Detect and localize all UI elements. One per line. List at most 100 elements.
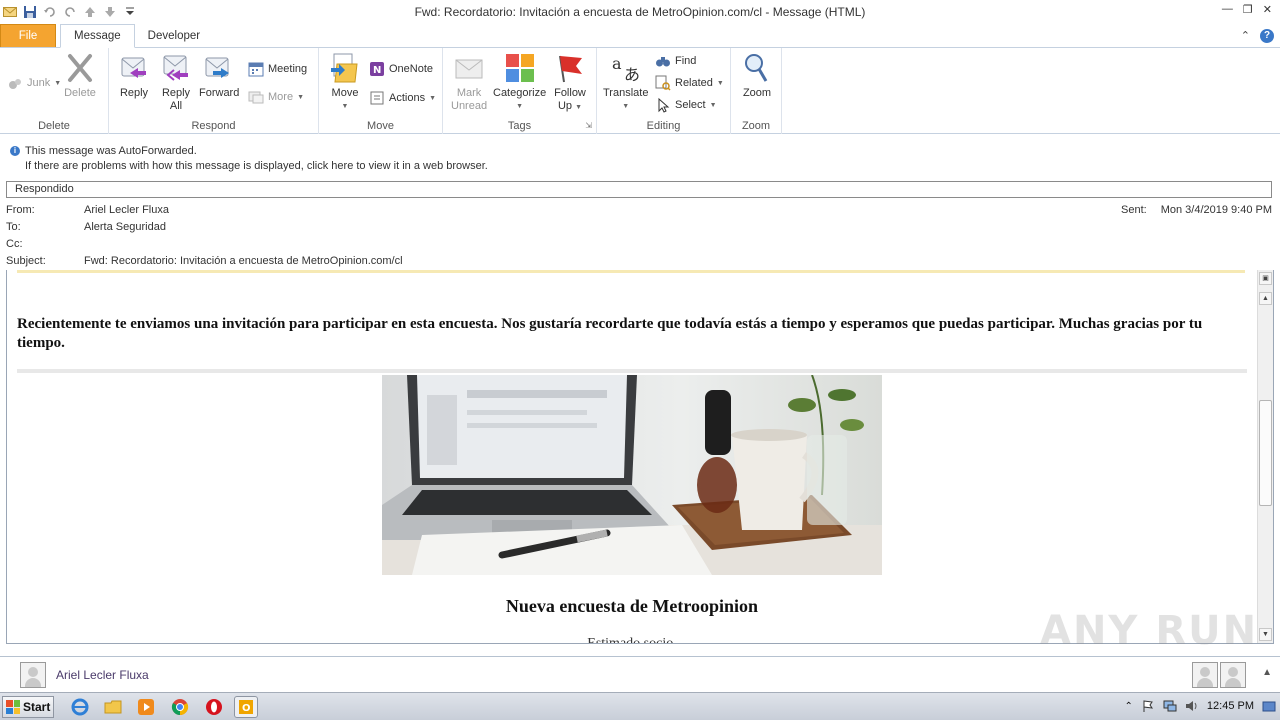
show-hidden-icons-icon[interactable]: ⌃ bbox=[1125, 701, 1133, 712]
show-desktop-icon[interactable] bbox=[1262, 699, 1276, 713]
actions-button[interactable]: Actions ▼ bbox=[369, 89, 436, 107]
body-paragraph: Recientemente te enviamos una invitación… bbox=[17, 316, 1203, 351]
previous-item-icon[interactable] bbox=[83, 5, 97, 19]
delete-icon bbox=[64, 52, 96, 84]
chevron-down-icon: ▼ bbox=[716, 79, 724, 87]
restore-icon[interactable]: ❐ bbox=[1243, 3, 1253, 16]
onenote-icon: N bbox=[369, 61, 385, 77]
vertical-scrollbar[interactable]: ▣ ▲ ▼ bbox=[1257, 270, 1273, 643]
binoculars-icon bbox=[655, 53, 671, 69]
window-controls: — ❐ ✕ bbox=[1222, 3, 1272, 16]
tab-message[interactable]: Message bbox=[60, 24, 135, 48]
action-center-flag-icon[interactable] bbox=[1141, 699, 1155, 713]
close-icon[interactable]: ✕ bbox=[1263, 3, 1272, 16]
group-zoom: Zoom Zoom bbox=[731, 48, 782, 134]
ribbon-controls: ⌃ ? bbox=[1241, 29, 1274, 43]
chevron-down-icon: ▼ bbox=[341, 103, 349, 110]
zoom-button[interactable]: Zoom bbox=[741, 52, 773, 100]
subject-label: Subject: bbox=[6, 255, 46, 267]
sent-value: Mon 3/4/2019 9:40 PM bbox=[1160, 204, 1272, 216]
chrome-icon[interactable] bbox=[171, 698, 189, 716]
volume-icon[interactable] bbox=[1185, 699, 1199, 713]
system-tray: ⌃ 12:45 PM bbox=[1125, 699, 1276, 713]
zoom-toggle-icon[interactable]: ▣ bbox=[1259, 272, 1272, 285]
start-button[interactable]: Start bbox=[2, 696, 54, 718]
minimize-ribbon-icon[interactable]: ⌃ bbox=[1241, 29, 1250, 43]
media-player-icon[interactable] bbox=[137, 698, 155, 716]
meeting-button[interactable]: Meeting bbox=[248, 60, 307, 78]
people-pane-name[interactable]: Ariel Lecler Fluxa bbox=[56, 668, 149, 682]
categorize-icon bbox=[504, 52, 536, 84]
svg-text:N: N bbox=[373, 65, 381, 76]
categorize-button[interactable]: Categorize ▼ bbox=[493, 52, 546, 113]
junk-button[interactable]: Junk ▼ bbox=[7, 74, 61, 92]
find-button[interactable]: Find bbox=[655, 52, 696, 70]
to-value[interactable]: Alerta Seguridad bbox=[84, 221, 166, 233]
save-icon[interactable] bbox=[23, 5, 37, 19]
delete-button[interactable]: Delete bbox=[64, 52, 96, 100]
related-button[interactable]: Related ▼ bbox=[655, 74, 724, 92]
taskbar: Start O ⌃ 12:45 PM bbox=[0, 692, 1280, 720]
group-respond: Reply Reply All Forward Meeting More ▼ R… bbox=[109, 48, 319, 134]
group-label-move: Move bbox=[367, 120, 394, 132]
undo-icon[interactable] bbox=[43, 5, 57, 19]
clock[interactable]: 12:45 PM bbox=[1207, 700, 1254, 712]
group-label-delete: Delete bbox=[38, 120, 70, 132]
follow-up-button[interactable]: Follow Up ▼ bbox=[554, 52, 586, 114]
window-title: Fwd: Recordatorio: Invitación a encuesta… bbox=[414, 5, 866, 19]
from-value[interactable]: Ariel Lecler Fluxa bbox=[84, 204, 169, 216]
info-bar: i This message was AutoForwarded. If the… bbox=[0, 135, 1280, 179]
internet-explorer-icon[interactable] bbox=[71, 698, 89, 716]
group-label-respond: Respond bbox=[191, 120, 236, 132]
group-label-editing: Editing bbox=[646, 120, 681, 132]
chevron-down-icon: ▼ bbox=[575, 104, 583, 111]
message-body[interactable]: Recientemente te enviamos una invitación… bbox=[6, 270, 1274, 644]
move-button[interactable]: Move ▼ bbox=[329, 52, 361, 113]
view-in-browser-link[interactable]: If there are problems with how this mess… bbox=[25, 160, 488, 172]
mark-unread-button[interactable]: Mark Unread bbox=[451, 52, 487, 113]
help-icon[interactable]: ? bbox=[1260, 29, 1274, 43]
next-item-icon[interactable] bbox=[103, 5, 117, 19]
avatar[interactable] bbox=[1192, 662, 1218, 688]
select-button[interactable]: Select ▼ bbox=[655, 96, 717, 114]
avatar[interactable] bbox=[1220, 662, 1246, 688]
onenote-button[interactable]: N OneNote bbox=[369, 60, 433, 78]
file-explorer-icon[interactable] bbox=[104, 698, 122, 716]
move-folder-icon bbox=[329, 52, 361, 84]
scroll-down-icon[interactable]: ▼ bbox=[1259, 628, 1272, 641]
laptop-desk-image bbox=[382, 375, 882, 575]
dialog-launcher-icon[interactable]: ⇲ bbox=[585, 121, 592, 130]
reply-all-button[interactable]: Reply All bbox=[160, 52, 192, 113]
to-label: To: bbox=[6, 221, 21, 233]
anyrun-watermark: ANY RUN bbox=[1040, 608, 1259, 654]
avatar[interactable] bbox=[20, 662, 46, 688]
scroll-up-icon[interactable]: ▲ bbox=[1259, 292, 1272, 305]
scrollbar-thumb[interactable] bbox=[1259, 400, 1272, 506]
tab-developer[interactable]: Developer bbox=[135, 24, 213, 47]
group-label-tags: Tags bbox=[507, 120, 532, 132]
title-bar: Fwd: Recordatorio: Invitación a encuesta… bbox=[0, 0, 1280, 24]
group-delete: Junk ▼ Delete Delete bbox=[0, 48, 109, 134]
customize-qat-icon[interactable] bbox=[123, 5, 137, 19]
from-label: From: bbox=[6, 204, 35, 216]
tab-file[interactable]: File bbox=[0, 24, 56, 47]
redo-icon[interactable] bbox=[63, 5, 77, 19]
reply-button[interactable]: Reply bbox=[118, 52, 150, 100]
expand-people-pane-icon[interactable]: ▲ bbox=[1262, 667, 1272, 678]
people-pane: Ariel Lecler Fluxa ▲ bbox=[0, 656, 1280, 692]
group-label-zoom: Zoom bbox=[741, 120, 771, 132]
quick-access-toolbar bbox=[0, 5, 137, 19]
network-icon[interactable] bbox=[1163, 699, 1177, 713]
group-tags: Mark Unread Categorize ▼ Follow Up ▼ Tag… bbox=[443, 48, 597, 134]
forward-button[interactable]: Forward bbox=[199, 52, 239, 100]
minimize-icon[interactable]: — bbox=[1222, 3, 1233, 16]
translate-button[interactable]: aあ Translate ▼ bbox=[603, 52, 648, 113]
autoforward-notice: i This message was AutoForwarded. bbox=[10, 145, 197, 157]
outlook-taskbar-icon[interactable]: O bbox=[234, 696, 258, 718]
cc-label: Cc: bbox=[6, 238, 23, 250]
more-button[interactable]: More ▼ bbox=[248, 88, 304, 106]
opera-icon[interactable] bbox=[205, 698, 223, 716]
junk-icon bbox=[7, 75, 23, 91]
reply-all-icon bbox=[160, 52, 192, 84]
subject-value: Fwd: Recordatorio: Invitación a encuesta… bbox=[84, 255, 403, 267]
